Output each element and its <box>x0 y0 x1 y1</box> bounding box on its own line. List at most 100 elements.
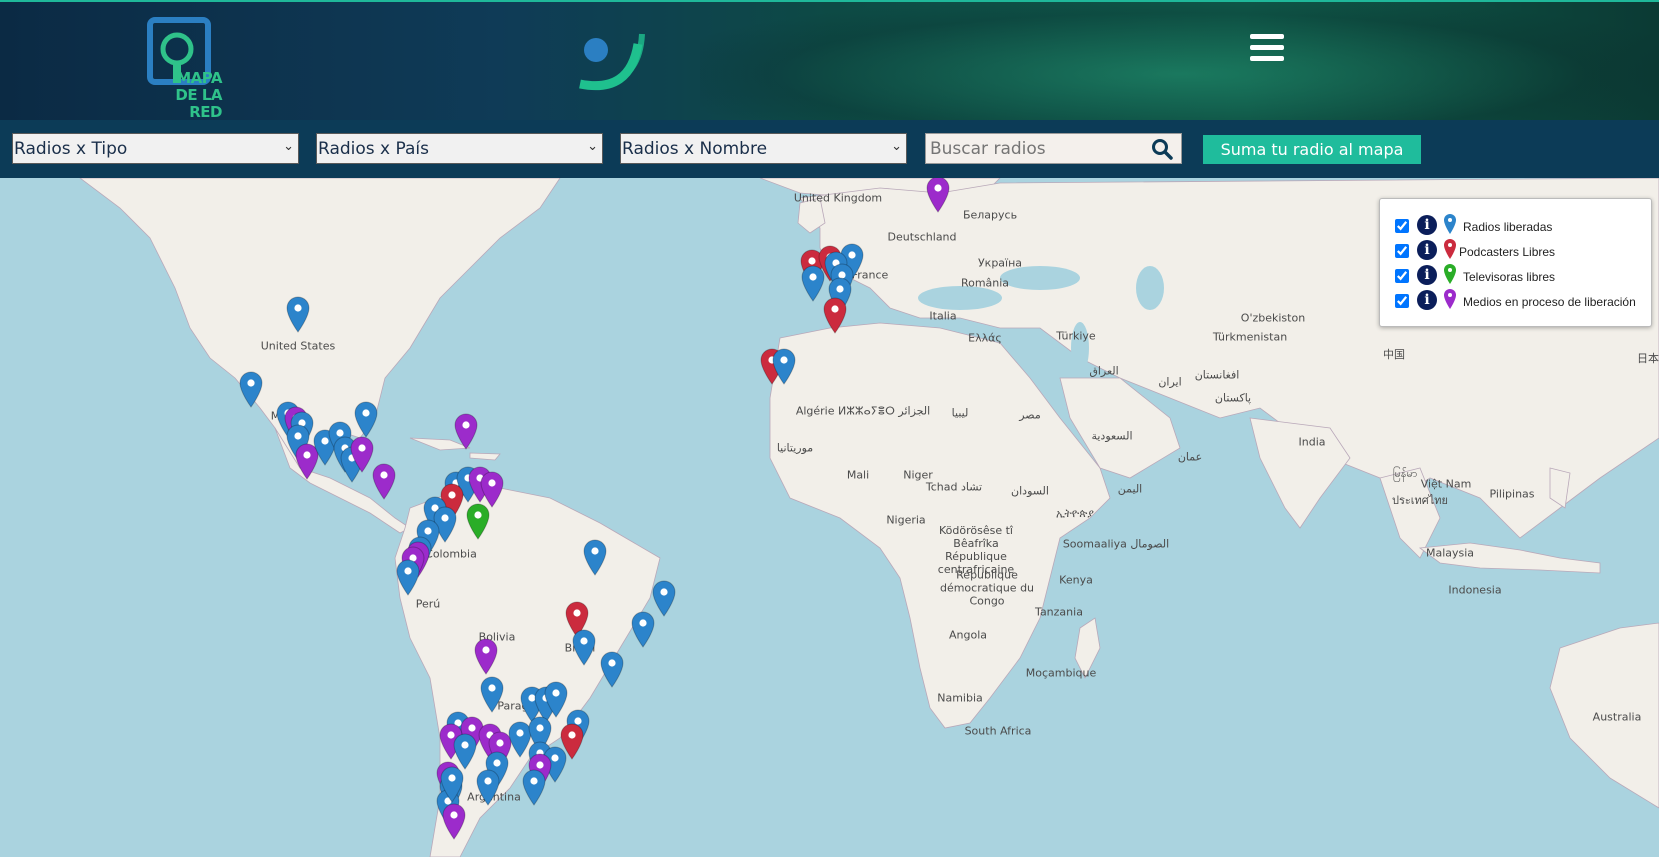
purple-map-marker[interactable] <box>925 178 951 213</box>
blue-map-marker[interactable] <box>521 768 547 806</box>
map-place-label: ليبيا <box>951 406 969 420</box>
map-place-label: South Africa <box>964 724 1032 738</box>
hamburger-menu-icon[interactable] <box>1250 34 1284 64</box>
map-place-label: 中国 <box>1383 348 1405 361</box>
blue-map-marker[interactable] <box>475 768 501 806</box>
legend-checkbox-radios[interactable] <box>1395 219 1409 233</box>
legend-row-medios: i Medios en proceso de liberación <box>1395 289 1650 312</box>
blue-map-marker[interactable] <box>479 675 505 713</box>
info-icon[interactable]: i <box>1417 215 1437 235</box>
map-place-label: Türkmenistan <box>1212 330 1288 344</box>
blue-map-marker[interactable] <box>771 347 797 385</box>
blue-map-marker[interactable] <box>238 370 264 408</box>
chevron-down-icon: ⌄ <box>891 139 902 154</box>
map-place-label: Deutschland <box>887 230 957 244</box>
map-place-label: ایران <box>1158 375 1182 389</box>
map-place-label: السعودية <box>1091 429 1133 443</box>
map-place-label: 日本 <box>1637 352 1659 365</box>
green-map-marker[interactable] <box>465 502 491 540</box>
map-place-label: Україна <box>977 256 1023 270</box>
green-marker-icon <box>1444 264 1456 284</box>
blue-map-marker[interactable] <box>285 295 311 333</box>
legend-checkbox-medios[interactable] <box>1395 294 1409 308</box>
type-select-value: Radios x Tipo <box>14 139 128 159</box>
legend-label-podcasters: Podcasters Libres <box>1459 245 1556 259</box>
map-place-label: Pilipinas <box>1489 487 1535 501</box>
map-place-label: السودان <box>1011 484 1049 498</box>
blue-map-marker[interactable] <box>582 538 608 576</box>
legend-checkbox-televisoras[interactable] <box>1395 269 1409 283</box>
map-place-label: Perú <box>415 597 441 611</box>
map-place-label: ኢትዮጵያ <box>1056 507 1094 520</box>
map-place-label: مصر <box>1019 408 1041 422</box>
map-place-label: Namibia <box>937 691 983 705</box>
map-place-label: Australia <box>1592 710 1642 724</box>
blue-map-marker[interactable] <box>599 650 625 688</box>
map-place-label: Soomaaliya الصومال <box>1062 537 1170 551</box>
search-input[interactable] <box>926 134 1154 163</box>
search-box <box>925 133 1182 164</box>
add-radio-button[interactable]: Suma tu radio al mapa <box>1203 135 1421 164</box>
legend-checkbox-podcasters[interactable] <box>1395 244 1409 258</box>
map-place-label: اليمن <box>1117 482 1143 496</box>
map-place-label: Malaysia <box>1425 546 1475 560</box>
type-select[interactable]: Radios x Tipo ⌄ <box>12 133 299 164</box>
map-place-label: Indonesia <box>1448 583 1502 597</box>
map-place-label: افغانستان <box>1194 368 1240 382</box>
map-place-label: Việt Nam <box>1420 477 1472 491</box>
map-place-label: موريتانيا <box>776 441 814 455</box>
map-place-label: Italia <box>929 309 957 323</box>
site-header: MAPA DE LA RED <box>0 0 1659 120</box>
filter-toolbar: Radios x Tipo ⌄ Radios x País ⌄ Radios x… <box>0 120 1659 178</box>
chevron-down-icon: ⌄ <box>587 139 598 154</box>
legend-label-televisoras: Televisoras libres <box>1463 270 1556 284</box>
map-legend: i Radios liberadas i Podcasters Libres i… <box>1379 198 1652 327</box>
map-place-label: پاکستان <box>1214 391 1252 405</box>
map-place-label: Algérie ⵍⵣⵣⴰⵢⴻⵔ الجزائر <box>795 404 931 418</box>
map-place-label: India <box>1298 435 1326 449</box>
map-place-label: United Kingdom <box>793 191 883 205</box>
legend-row-podcasters: i Podcasters Libres <box>1395 239 1650 262</box>
header-deco-photo <box>700 2 1659 120</box>
country-select-value: Radios x País <box>318 139 429 159</box>
blue-marker-icon <box>1444 214 1456 234</box>
chevron-down-icon: ⌄ <box>283 139 294 154</box>
map-place-label: عمان <box>1177 450 1203 464</box>
red-map-marker[interactable] <box>822 296 848 334</box>
map-place-label: Kenya <box>1059 573 1093 587</box>
purple-map-marker[interactable] <box>453 412 479 450</box>
map-place-label: Nigeria <box>886 513 926 527</box>
map-place-label: Tchad تشاد <box>925 480 983 494</box>
map-place-label: România <box>960 276 1010 290</box>
map-place-label: Tanzania <box>1035 605 1083 619</box>
info-icon[interactable]: i <box>1417 265 1437 285</box>
purple-map-marker[interactable] <box>473 637 499 675</box>
purple-map-marker[interactable] <box>441 802 467 840</box>
purple-map-marker[interactable] <box>371 462 397 500</box>
info-icon[interactable]: i <box>1417 290 1437 310</box>
logo-text: MAPA DE LA RED <box>146 69 222 121</box>
country-select[interactable]: Radios x País ⌄ <box>316 133 603 164</box>
blue-map-marker[interactable] <box>630 610 656 648</box>
map-place-label: ประเทศไทย <box>1391 494 1449 507</box>
header-deco-signal <box>579 33 645 91</box>
blue-map-marker[interactable] <box>395 558 421 596</box>
legend-label-radios: Radios liberadas <box>1463 220 1553 234</box>
map-place-label: မြန်မာ <box>1392 467 1418 480</box>
blue-map-marker[interactable] <box>439 765 465 803</box>
map-place-label: Moçambique <box>1025 666 1097 680</box>
map-place-label: Angola <box>948 628 988 642</box>
map-place-label: Ελλάς <box>968 331 1002 345</box>
info-icon[interactable]: i <box>1417 240 1437 260</box>
search-icon[interactable] <box>1151 138 1173 160</box>
legend-row-televisoras: i Televisoras libres <box>1395 264 1650 287</box>
map-place-label: O'zbekiston <box>1240 311 1306 325</box>
name-select-value: Radios x Nombre <box>622 139 768 159</box>
blue-map-marker[interactable] <box>353 400 379 438</box>
map-place-label: Türkiye <box>1056 329 1096 343</box>
logo-line1: MAPA <box>176 69 222 87</box>
purple-marker-icon <box>1444 289 1456 309</box>
blue-map-marker[interactable] <box>571 628 597 666</box>
name-select[interactable]: Radios x Nombre ⌄ <box>620 133 907 164</box>
map-place-label: Беларусь <box>962 208 1018 222</box>
